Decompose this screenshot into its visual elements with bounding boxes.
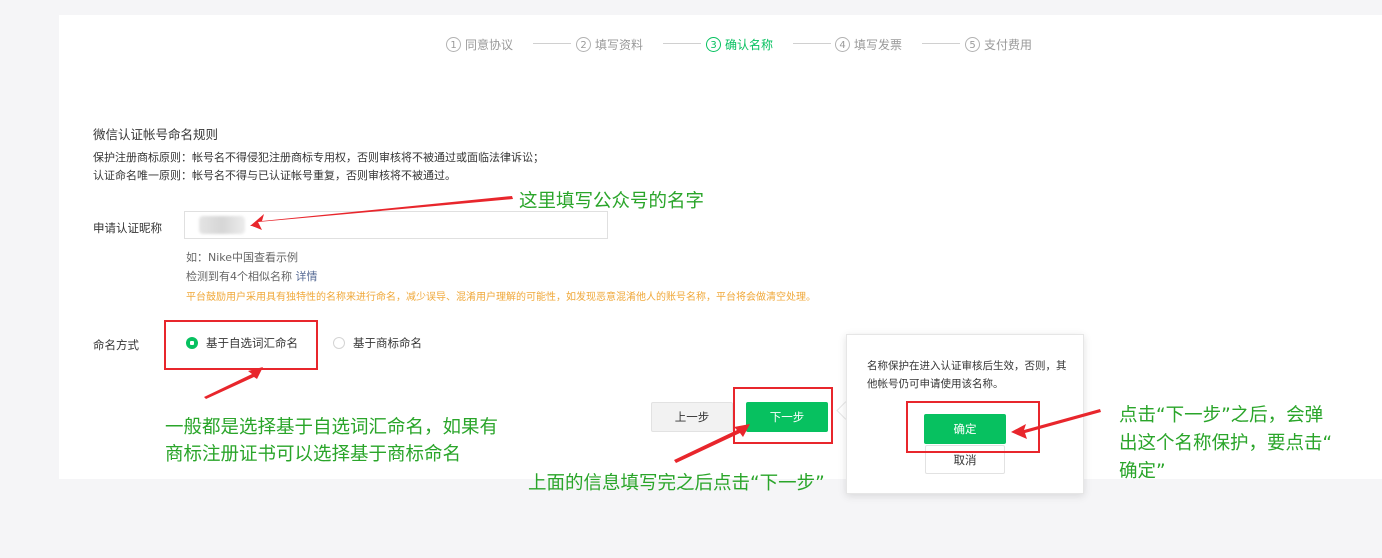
annotation-fill-name: 这里填写公众号的名字 xyxy=(519,191,705,212)
annotation-click-next: 上面的信息填写完之后点击“下一步” xyxy=(528,473,825,494)
annotation-naming-line2: 商标注册证书可以选择基于商标命名 xyxy=(165,444,462,465)
arrow-to-confirm-button xyxy=(1011,409,1101,439)
arrow-to-naming-option xyxy=(204,367,263,399)
arrow-to-next-button xyxy=(674,424,750,463)
annotation-naming-line1: 一般都是选择基于自选词汇命名，如果有 xyxy=(165,417,499,438)
annotation-confirm-line2: 出这个名称保护，要点击“ xyxy=(1119,433,1333,454)
annotation-confirm-line1: 点击“下一步”之后，会弹 xyxy=(1119,405,1324,426)
annotation-confirm-line3: 确定” xyxy=(1119,461,1166,482)
arrow-to-name-input xyxy=(250,196,513,230)
